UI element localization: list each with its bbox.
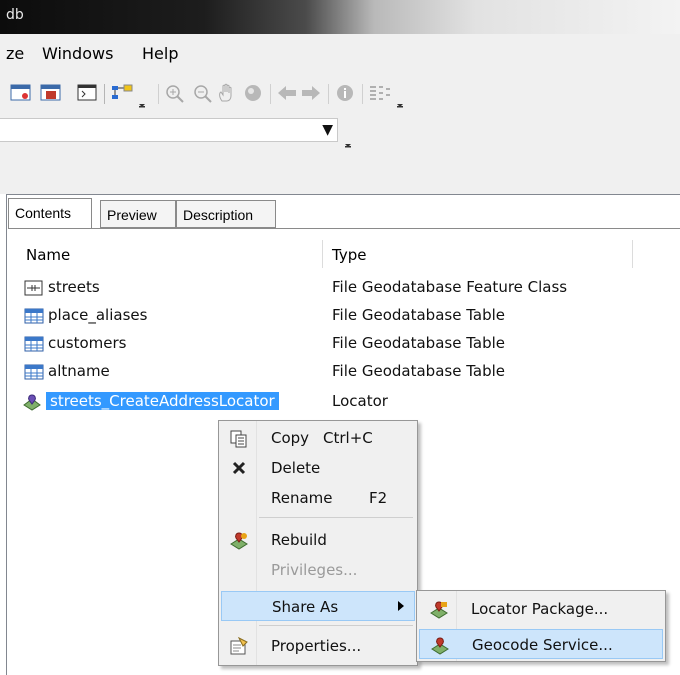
window-icon[interactable] bbox=[10, 83, 32, 103]
pan-icon[interactable] bbox=[216, 83, 238, 103]
tab-contents[interactable]: Contents bbox=[8, 198, 92, 228]
properties-icon bbox=[229, 636, 249, 656]
copy-icon bbox=[229, 428, 249, 448]
toolbar-grip[interactable] bbox=[138, 94, 146, 108]
column-header-type[interactable]: Type bbox=[332, 240, 366, 268]
table-row[interactable]: place_aliases File Geodatabase Table bbox=[24, 304, 626, 330]
menu-item-help[interactable]: Help bbox=[142, 44, 178, 63]
arctoolbox-icon[interactable] bbox=[76, 83, 98, 103]
identify-icon[interactable] bbox=[334, 83, 356, 103]
back-icon[interactable] bbox=[276, 83, 298, 103]
row-type: Locator bbox=[332, 392, 388, 410]
tab-description[interactable]: Description bbox=[176, 200, 276, 228]
menu-item-copy[interactable]: Copy Ctrl+C bbox=[221, 423, 415, 453]
menu-item-locator-package[interactable]: Locator Package... bbox=[419, 594, 663, 624]
tab-preview[interactable]: Preview bbox=[100, 200, 176, 228]
table-row[interactable]: customers File Geodatabase Table bbox=[24, 332, 626, 358]
metadata-icon[interactable] bbox=[368, 83, 390, 103]
menu-item-share-as[interactable]: Share As bbox=[221, 591, 415, 621]
menu-item-rebuild[interactable]: Rebuild bbox=[221, 525, 415, 555]
table-icon bbox=[24, 307, 44, 325]
table-icon bbox=[24, 363, 44, 381]
row-name: customers bbox=[48, 334, 127, 352]
table-row[interactable]: altname File Geodatabase Table bbox=[24, 360, 626, 386]
row-name: streets bbox=[48, 278, 100, 296]
menu-item-partial[interactable]: ze bbox=[6, 44, 24, 63]
menu-item-windows[interactable]: Windows bbox=[42, 44, 113, 63]
row-type: File Geodatabase Table bbox=[332, 306, 505, 324]
model-icon[interactable] bbox=[110, 83, 133, 103]
column-divider[interactable] bbox=[632, 240, 633, 268]
menu-item-properties[interactable]: Properties... bbox=[221, 631, 415, 661]
window-title: db bbox=[6, 7, 24, 23]
column-header-name[interactable]: Name bbox=[26, 240, 70, 268]
location-bar: ▼ bbox=[0, 112, 680, 172]
forward-icon[interactable] bbox=[300, 83, 322, 103]
column-divider[interactable] bbox=[322, 240, 323, 268]
menu-item-delete[interactable]: Delete bbox=[221, 453, 415, 483]
geocode-service-icon bbox=[430, 635, 450, 655]
full-extent-icon[interactable] bbox=[242, 83, 264, 103]
row-name: place_aliases bbox=[48, 306, 148, 324]
table-row[interactable]: streets File Geodatabase Feature Class bbox=[24, 276, 626, 302]
shortcut-rename: F2 bbox=[369, 489, 388, 507]
shortcut-copy: Ctrl+C bbox=[323, 429, 373, 447]
locator-icon bbox=[22, 393, 42, 411]
toolbar-grip[interactable] bbox=[396, 94, 404, 108]
zoom-in-icon[interactable] bbox=[164, 83, 186, 103]
row-type: File Geodatabase Feature Class bbox=[332, 278, 568, 296]
row-type: File Geodatabase Table bbox=[332, 334, 505, 352]
delete-icon bbox=[229, 458, 249, 478]
context-menu: Copy Ctrl+C Delete Rename F2 Rebuild Pri… bbox=[218, 420, 418, 666]
submenu-arrow-icon bbox=[398, 601, 404, 611]
location-combo[interactable]: ▼ bbox=[0, 118, 338, 142]
menu-bar: ze Windows Help bbox=[0, 34, 680, 74]
row-name: altname bbox=[48, 362, 110, 380]
catalog-window-icon[interactable] bbox=[40, 83, 62, 103]
zoom-out-icon[interactable] bbox=[192, 83, 214, 103]
locator-package-icon bbox=[429, 599, 449, 619]
toolbar-grip[interactable] bbox=[344, 134, 352, 148]
tab-divider bbox=[8, 228, 680, 229]
row-type: File Geodatabase Table bbox=[332, 362, 505, 380]
dropdown-arrow-icon[interactable]: ▼ bbox=[322, 122, 333, 138]
menu-item-geocode-service[interactable]: Geocode Service... bbox=[419, 629, 663, 659]
table-row[interactable]: streets_CreateAddressLocator Locator bbox=[23, 390, 626, 416]
rebuild-icon bbox=[229, 530, 249, 550]
menu-item-privileges: Privileges... bbox=[271, 561, 358, 579]
toolbar bbox=[0, 74, 680, 112]
row-name: streets_CreateAddressLocator bbox=[46, 392, 279, 410]
title-bar: db bbox=[0, 0, 680, 34]
menu-item-rename[interactable]: Rename F2 bbox=[221, 483, 415, 513]
line-feature-class-icon bbox=[24, 279, 44, 297]
table-icon bbox=[24, 335, 44, 353]
share-as-submenu: Locator Package... Geocode Service... bbox=[416, 590, 666, 662]
